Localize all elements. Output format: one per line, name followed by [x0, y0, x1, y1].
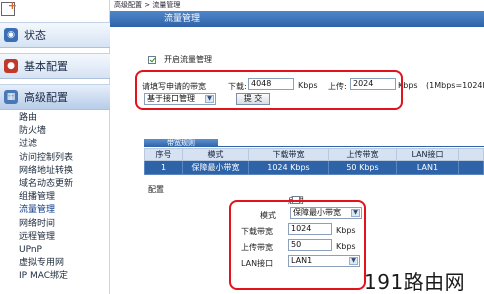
advanced-submenu: 路由 防火墙 过滤 访问控制列表 网络地址转换 域名动态更新 组播管理 流量管理…	[0, 112, 110, 283]
submenu-item-multicast[interactable]: 组播管理	[0, 191, 110, 204]
submenu-item-remote[interactable]: 远程管理	[0, 231, 110, 244]
enable-traffic-checkbox[interactable]	[148, 55, 156, 64]
bandwidth-tab-bar: 带宽规则	[144, 139, 484, 147]
nav-status-label: 状态	[24, 29, 46, 42]
col-mode: 模式	[182, 148, 249, 161]
submenu-item-traffic[interactable]: 流量管理	[0, 204, 110, 217]
cell-empty	[458, 160, 484, 175]
cell-upload: 50 Kbps	[328, 160, 397, 175]
submenu-item-filter[interactable]: 过滤	[0, 138, 110, 151]
nav-advanced-config[interactable]: ▦ 高级配置	[0, 84, 110, 110]
nav-basic-config[interactable]: ● 基本配置	[0, 53, 110, 79]
col-download: 下载带宽	[248, 148, 329, 161]
submenu-item-ddns[interactable]: 域名动态更新	[0, 178, 110, 191]
submenu-item-acl[interactable]: 访问控制列表	[0, 152, 110, 165]
nav-basic-config-label: 基本配置	[24, 60, 68, 73]
unit-note: (1Mbps=1024kbps)	[426, 81, 484, 90]
col-index: 序号	[144, 148, 183, 161]
cell-index: 1	[144, 160, 183, 175]
submenu-item-upnp[interactable]: UPnP	[0, 244, 110, 257]
col-empty	[458, 148, 484, 161]
bandwidth-rules-table: 序号 模式 下载带宽 上传带宽 LAN接口 1 保障最小带宽 1024 Kbps…	[144, 148, 484, 175]
nav-advanced-config-label: 高级配置	[24, 91, 68, 104]
highlight-box-request	[135, 70, 403, 110]
cell-download: 1024 Kbps	[248, 160, 329, 175]
watermark: 191路由网	[364, 270, 466, 294]
advanced-config-icon: ▦	[4, 90, 18, 104]
main-panel: 高级配置 > 流量管理 流量管理 开启流量管理 请填写申请的带宽 下载: 404…	[110, 0, 484, 294]
nav-status[interactable]: ◉ 状态	[0, 22, 110, 48]
submenu-item-route[interactable]: 路由	[0, 112, 110, 125]
title-bar: 流量管理	[110, 11, 484, 27]
config-section-label: 配置	[148, 185, 164, 194]
status-icon: ◉	[4, 28, 18, 42]
col-upload: 上传带宽	[328, 148, 397, 161]
enable-traffic-label: 开启流量管理	[164, 55, 212, 64]
window-add-icon[interactable]: +	[1, 0, 17, 16]
cell-mode: 保障最小带宽	[182, 160, 249, 175]
highlight-box-config	[229, 200, 366, 290]
cell-lan: LAN1	[396, 160, 459, 175]
tab-traffic-management[interactable]: 流量管理	[140, 11, 224, 27]
table-row[interactable]: 1 保障最小带宽 1024 Kbps 50 Kbps LAN1	[144, 160, 484, 175]
submenu-item-vpn[interactable]: 虚拟专用网	[0, 257, 110, 270]
submenu-item-ntp[interactable]: 网络时间	[0, 218, 110, 231]
tab-bandwidth-rules[interactable]: 带宽规则	[144, 139, 218, 147]
basic-config-icon: ●	[4, 59, 18, 73]
submenu-item-firewall[interactable]: 防火墙	[0, 125, 110, 138]
col-lan: LAN接口	[396, 148, 459, 161]
breadcrumb: 高级配置 > 流量管理	[114, 1, 181, 9]
submenu-item-nat[interactable]: 网络地址转换	[0, 165, 110, 178]
enable-traffic-row: 开启流量管理	[148, 54, 212, 65]
sidebar: + ◉ 状态 ● 基本配置 ▦ 高级配置 路由 防火墙 过滤 访问控制列表 网络…	[0, 0, 110, 294]
submenu-item-ipmac[interactable]: IP MAC绑定	[0, 270, 110, 283]
